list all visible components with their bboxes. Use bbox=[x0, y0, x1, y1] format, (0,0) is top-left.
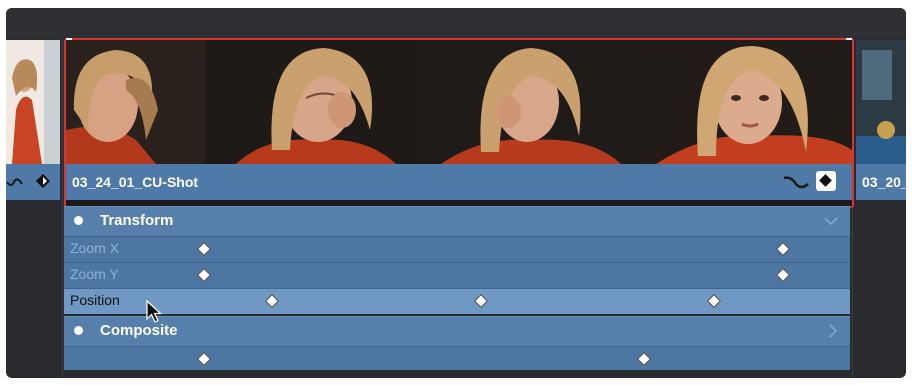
clip-name-bar: 03_24_01_CU-Shot bbox=[66, 164, 852, 200]
mouse-cursor-icon bbox=[146, 300, 163, 323]
composite-header[interactable]: Composite bbox=[64, 316, 850, 347]
previous-clip-thumbnail bbox=[6, 40, 60, 164]
keyframe-row-zoom-y[interactable]: Zoom Y bbox=[64, 262, 850, 288]
row-label: Position bbox=[70, 292, 120, 308]
keyframe-icon[interactable] bbox=[196, 267, 212, 283]
transform-panel: Transform Zoom X Zoom Y Position bbox=[64, 206, 850, 314]
previous-clip[interactable] bbox=[6, 40, 60, 206]
next-clip[interactable]: 03_20_ bbox=[856, 40, 906, 206]
composite-panel: Composite bbox=[64, 316, 850, 370]
next-clip-thumbnail bbox=[856, 40, 906, 164]
keyframe-row-zoom-x[interactable]: Zoom X bbox=[64, 236, 850, 262]
clip-frame-thumbnail bbox=[66, 40, 206, 164]
clip-frame-thumbnail bbox=[421, 40, 636, 164]
enable-dot-icon[interactable] bbox=[74, 216, 83, 225]
keyframe-row-position[interactable]: Position bbox=[64, 288, 850, 314]
clip-frame-thumbnail bbox=[206, 40, 421, 164]
timeline: 03_24_01_CU-Shot 03_20_ Transform Zoom X… bbox=[6, 8, 906, 378]
keyframe-icon[interactable] bbox=[36, 174, 50, 188]
curve-icon[interactable] bbox=[782, 172, 812, 192]
keyframe-icon[interactable] bbox=[636, 351, 652, 367]
clip-name: 03_24_01_CU-Shot bbox=[72, 174, 199, 190]
keyframe-icon[interactable] bbox=[473, 293, 489, 309]
track-divider bbox=[62, 38, 63, 378]
chevron-down-icon[interactable] bbox=[824, 216, 838, 226]
previous-clip-bar bbox=[6, 164, 60, 200]
clip-thumbnail-strip bbox=[66, 40, 852, 164]
row-label: Zoom X bbox=[70, 240, 120, 256]
keyframe-icon[interactable] bbox=[264, 293, 280, 309]
enable-dot-icon[interactable] bbox=[74, 326, 83, 335]
composite-title: Composite bbox=[100, 322, 178, 339]
keyframe-icon[interactable] bbox=[775, 241, 791, 257]
keyframe-row-composite[interactable] bbox=[64, 346, 850, 371]
curve-icon[interactable] bbox=[6, 174, 26, 190]
transform-title: Transform bbox=[100, 212, 174, 229]
selected-clip[interactable]: 03_24_01_CU-Shot bbox=[64, 38, 854, 208]
next-clip-name: 03_20_ bbox=[862, 174, 906, 190]
keyframe-icon[interactable] bbox=[196, 241, 212, 257]
timeline-ruler[interactable] bbox=[6, 8, 906, 38]
transform-header[interactable]: Transform bbox=[64, 206, 850, 237]
keyframe-icon[interactable] bbox=[196, 351, 212, 367]
keyframe-icon[interactable] bbox=[775, 267, 791, 283]
clip-frame-thumbnail bbox=[636, 40, 852, 164]
chevron-right-icon[interactable] bbox=[828, 324, 838, 338]
row-label: Zoom Y bbox=[70, 266, 119, 282]
keyframe-icon[interactable] bbox=[816, 171, 836, 191]
keyframe-icon[interactable] bbox=[706, 293, 722, 309]
next-clip-bar: 03_20_ bbox=[856, 164, 906, 200]
